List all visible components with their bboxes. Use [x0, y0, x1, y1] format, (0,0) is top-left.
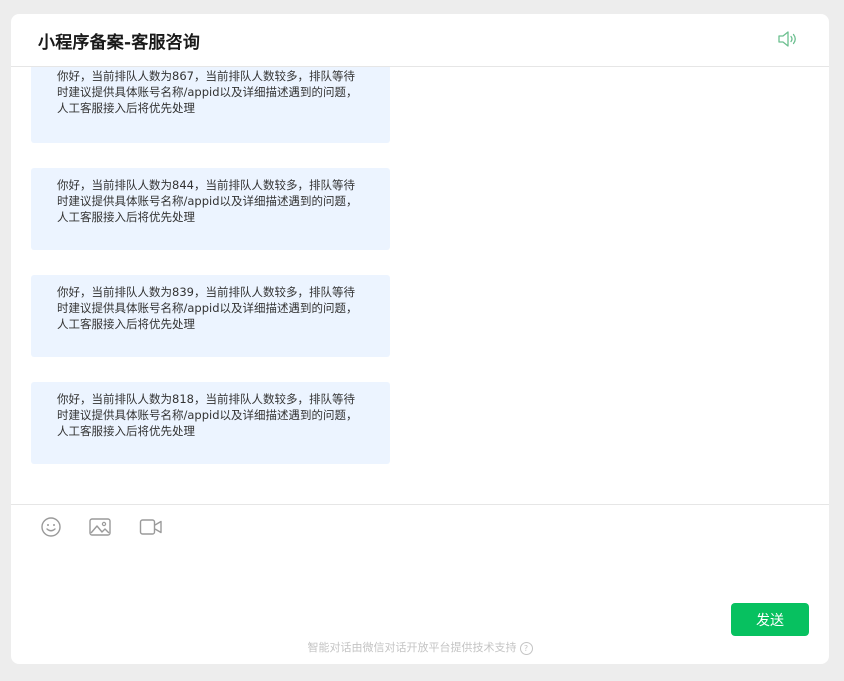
message-text: 你好，当前排队人数为867，当前排队人数较多，排队等待时建议提供具体账号名称/a… [57, 69, 358, 115]
message-bubble: 你好，当前排队人数为844，当前排队人数较多，排队等待时建议提供具体账号名称/a… [31, 168, 390, 250]
chat-panel: 小程序备案-客服咨询 你好，当前排队人数为867，当前排队人数较多，排队等待时建… [11, 14, 829, 664]
help-icon[interactable]: ? [519, 641, 533, 655]
message-text: 你好，当前排队人数为839，当前排队人数较多，排队等待时建议提供具体账号名称/a… [57, 285, 358, 331]
speaker-icon[interactable] [776, 28, 800, 50]
message-bubble: 你好，当前排队人数为867，当前排队人数较多，排队等待时建议提供具体账号名称/a… [31, 67, 390, 143]
send-button[interactable]: 发送 [731, 603, 809, 636]
image-icon[interactable] [88, 516, 112, 538]
message-bubble: 你好，当前排队人数为818，当前排队人数较多，排队等待时建议提供具体账号名称/a… [31, 382, 390, 464]
footer-text: 智能对话由微信对话开放平台提供技术支持 [307, 641, 517, 654]
powered-by-footer: 智能对话由微信对话开放平台提供技术支持? [11, 639, 829, 655]
message-text: 你好，当前排队人数为818，当前排队人数较多，排队等待时建议提供具体账号名称/a… [57, 392, 358, 438]
message-list[interactable]: 你好，当前排队人数为867，当前排队人数较多，排队等待时建议提供具体账号名称/a… [11, 67, 829, 504]
message-text: 你好，当前排队人数为844，当前排队人数较多，排队等待时建议提供具体账号名称/a… [57, 178, 358, 224]
video-icon[interactable] [139, 516, 163, 538]
emoji-icon[interactable] [39, 516, 63, 538]
message-bubble: 你好，当前排队人数为839，当前排队人数较多，排队等待时建议提供具体账号名称/a… [31, 275, 390, 357]
page-title: 小程序备案-客服咨询 [38, 33, 201, 53]
chat-header: 小程序备案-客服咨询 [11, 14, 829, 67]
input-divider [11, 504, 829, 505]
